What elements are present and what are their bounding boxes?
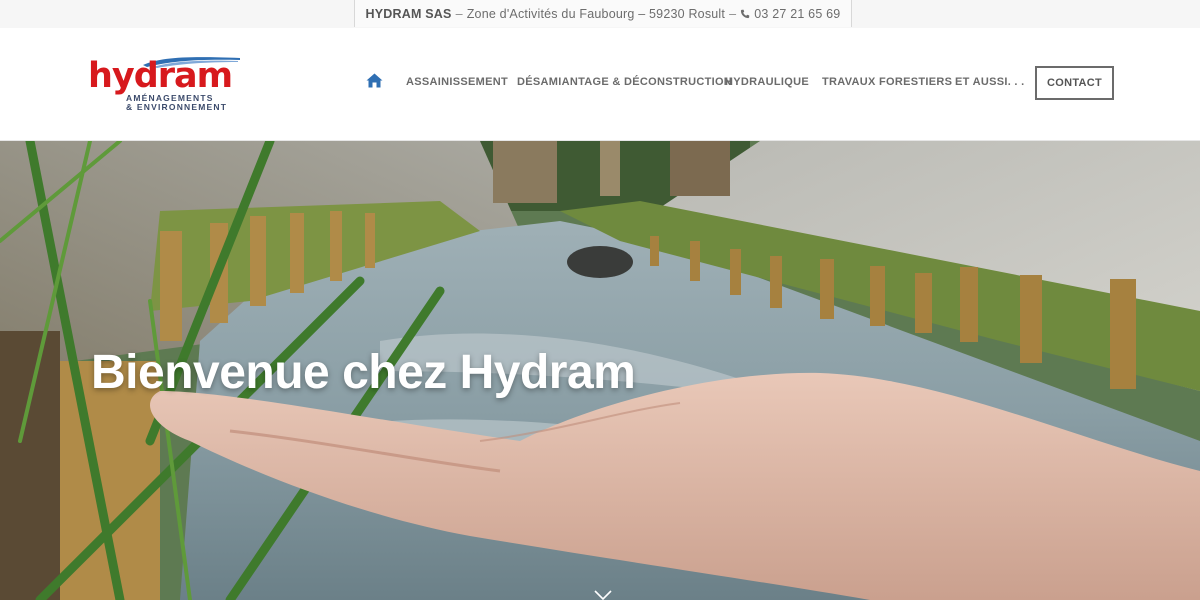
separator: – (729, 6, 737, 21)
phone-number[interactable]: 03 27 21 65 69 (754, 7, 840, 21)
nav-item-et-aussi[interactable]: ET AUSSI. . . (955, 76, 1025, 88)
company-address: Zone d'Activités du Faubourg – 59230 Ros… (466, 6, 726, 21)
nav-item-assainissement[interactable]: ASSAINISSEMENT (406, 76, 508, 88)
hero-title: Bienvenue chez Hydram (91, 346, 636, 399)
nav-item-travaux-forestiers[interactable]: TRAVAUX FORESTIERS (822, 76, 952, 88)
contact-info: HYDRAM SAS – Zone d'Activités du Faubour… (354, 0, 852, 27)
separator: – (455, 6, 463, 21)
nav-item-hydraulique[interactable]: HYDRAULIQUE (725, 76, 809, 88)
hero-banner: Bienvenue chez Hydram (0, 141, 1200, 600)
top-info-bar: HYDRAM SAS – Zone d'Activités du Faubour… (0, 0, 1200, 29)
chevron-down-icon[interactable] (594, 590, 612, 600)
nav-item-desamiantage[interactable]: DÉSAMIANTAGE & DÉCONSTRUCTION (517, 76, 732, 88)
phone-icon (741, 9, 750, 18)
company-name: HYDRAM SAS (365, 6, 452, 21)
home-icon[interactable] (366, 73, 383, 88)
main-navigation: ASSAINISSEMENT DÉSAMIANTAGE & DÉCONSTRUC… (0, 28, 1200, 140)
contact-button[interactable]: CONTACT (1035, 66, 1114, 100)
